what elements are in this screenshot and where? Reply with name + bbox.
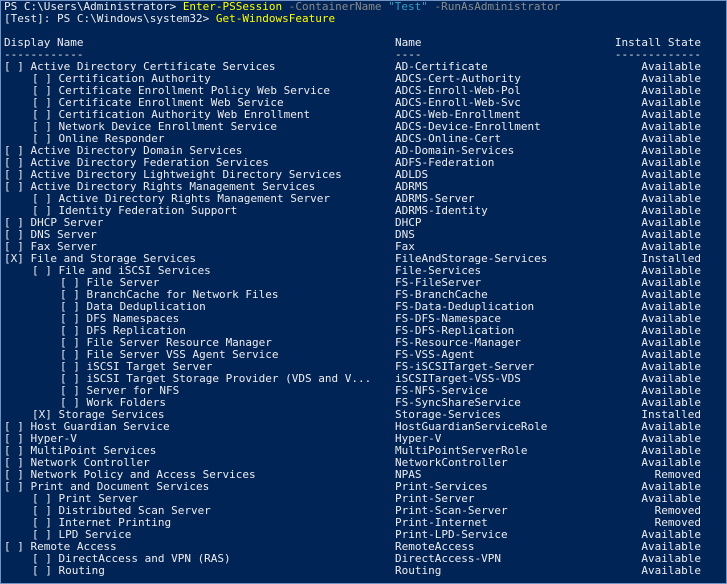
powershell-console[interactable]: PS C:\Users\Administrator> Enter-PSSessi…	[0, 0, 727, 584]
table-row: [ ] DHCP Server DHCP Available	[1, 217, 726, 229]
parameter-name: -RunAsAdministrator	[427, 0, 561, 13]
feature-table-body: [ ] Active Directory Certificate Service…	[1, 61, 726, 577]
table-row: [ ] Identity Federation Support ADRMS-Ide…	[1, 205, 726, 217]
string-argument: "Test"	[388, 0, 428, 13]
cmdlet-name: Get-WindowsFeature	[215, 12, 336, 25]
table-row: [ ] DNS Server DNS Available	[1, 229, 726, 241]
prompt: [Test]: PS C:\Windows\system32>	[4, 12, 216, 25]
feature-install-state: Available	[641, 564, 701, 577]
feature-display-name: [ ] Routing	[32, 564, 105, 577]
table-row: [ ] Host Guardian Service HostGuardianSer…	[1, 421, 726, 433]
table-row: [ ] DirectAccess and VPN (RAS) DirectAcce…	[1, 553, 726, 565]
command-line-get-windowsfeature: [Test]: PS C:\Windows\system32> Get-Wind…	[1, 13, 726, 25]
table-row: [ ] Routing Routing Available	[1, 565, 726, 577]
feature-name: Routing	[395, 564, 442, 577]
